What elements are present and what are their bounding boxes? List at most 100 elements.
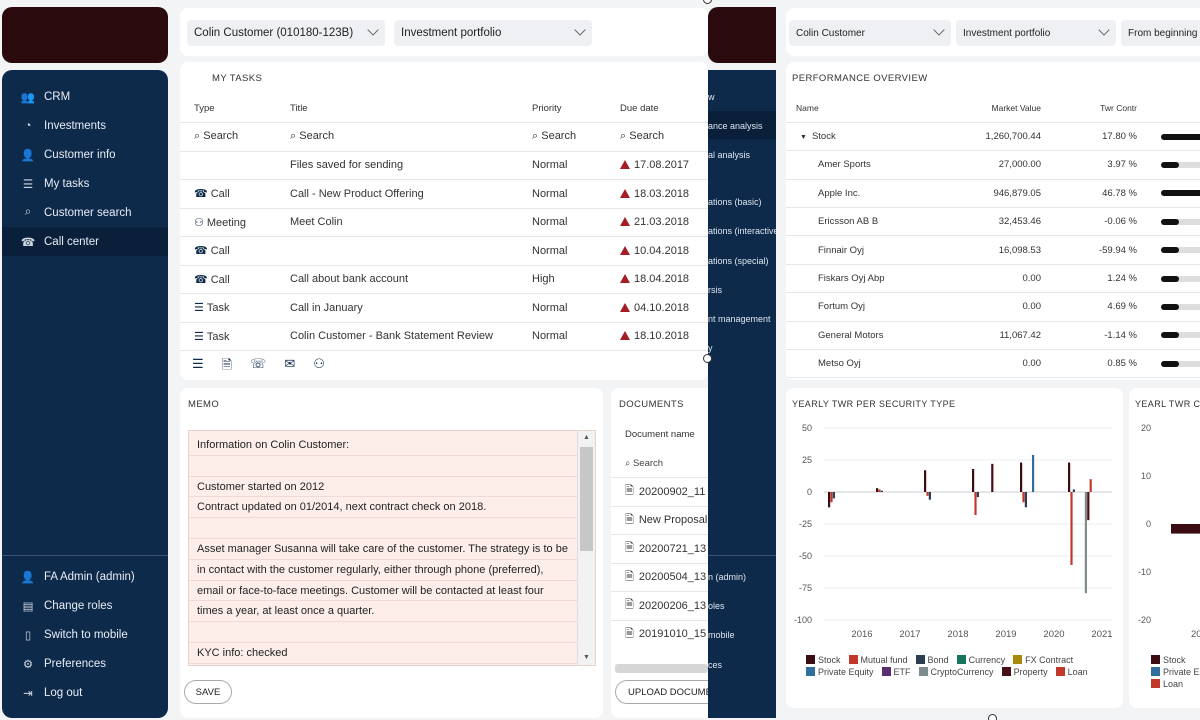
nav-item-preferences[interactable]: ⚙ Preferences bbox=[2, 649, 168, 678]
legend-item[interactable]: Mutual fund bbox=[848, 654, 908, 666]
table-row[interactable]: ⚇ Meeting Meet Colin Normal 21.03.2018 bbox=[180, 208, 708, 237]
legend-item[interactable]: Bond bbox=[915, 654, 949, 666]
overlay-item[interactable]: n (admin) bbox=[708, 572, 746, 582]
bar-stock[interactable] bbox=[1171, 524, 1200, 534]
period-select[interactable]: From beginning bbox=[1121, 20, 1200, 46]
email-icon[interactable]: ✉ bbox=[284, 356, 295, 378]
resize-handle[interactable] bbox=[703, 354, 712, 363]
table-row[interactable]: Metso Oyj 0.00 0.85 % bbox=[786, 349, 1200, 379]
memo-scrollbar[interactable]: ▲ ▼ bbox=[577, 431, 595, 665]
table-row[interactable]: ☎ Call Call - New Product Offering Normal… bbox=[180, 179, 708, 209]
legend-item[interactable]: Loan bbox=[1151, 678, 1200, 690]
bar-mutual-fund[interactable] bbox=[1022, 492, 1025, 503]
customer-select[interactable]: Colin Customer (010180-123B) bbox=[187, 20, 385, 46]
table-row[interactable]: Amer Sports 27,000.00 3.97 % bbox=[786, 150, 1200, 180]
bar-loan[interactable] bbox=[1089, 479, 1092, 492]
search-title[interactable]: ⌕ Search bbox=[290, 122, 532, 152]
legend-item[interactable]: CryptoCurrency bbox=[918, 666, 994, 678]
table-row[interactable]: Files saved for sending Normal 17.08.201… bbox=[180, 151, 708, 180]
bar-mutual-fund[interactable] bbox=[830, 492, 833, 503]
legend-item[interactable]: FX Contract bbox=[1013, 654, 1073, 666]
col-due[interactable]: Due date bbox=[620, 94, 708, 123]
bar-property[interactable] bbox=[991, 463, 994, 492]
resize-handle[interactable] bbox=[988, 714, 997, 720]
documents-scrollbar[interactable] bbox=[615, 664, 708, 673]
search-type[interactable]: ⌕ Search bbox=[180, 122, 290, 152]
bar-cryptocurrency[interactable] bbox=[1084, 492, 1087, 594]
overlay-item[interactable]: ations (basic) bbox=[708, 197, 762, 207]
overlay-item[interactable]: ces bbox=[708, 660, 722, 670]
table-row[interactable]: Apple Inc. 946,879.05 46.78 % bbox=[786, 179, 1200, 209]
col-priority[interactable]: Priority bbox=[532, 94, 620, 123]
nav-item-call-center[interactable]: ☎ Call center bbox=[2, 227, 168, 256]
legend-item[interactable]: Property bbox=[1001, 666, 1048, 678]
resize-handle[interactable] bbox=[703, 0, 712, 4]
legend-item[interactable]: Private E bbox=[1151, 666, 1200, 678]
task-list-icon[interactable]: ☰ bbox=[192, 356, 204, 378]
nav-item-customer-info[interactable]: 👤 Customer info bbox=[2, 140, 168, 169]
table-row[interactable]: Finnair Oyj 16,098.53 -59.94 % bbox=[786, 235, 1200, 265]
documents-col-header[interactable]: Document name bbox=[625, 429, 695, 440]
nav-item-fa-admin-admin-[interactable]: 👤 FA Admin (admin) bbox=[2, 562, 168, 591]
overlay-item[interactable]: mobile bbox=[708, 630, 735, 640]
right-customer-select[interactable]: Colin Customer bbox=[789, 20, 951, 46]
nav-item-my-tasks[interactable]: ☰ My tasks bbox=[2, 169, 168, 198]
document-row[interactable]: 🗎 20200721_13 bbox=[611, 534, 708, 563]
legend-item[interactable]: Loan bbox=[1055, 666, 1088, 678]
bar-stock[interactable] bbox=[828, 492, 831, 508]
col-title[interactable]: Title bbox=[290, 94, 532, 123]
scroll-up-icon[interactable]: ▲ bbox=[578, 431, 595, 445]
nav-item-investments[interactable]: ◔ Investments bbox=[2, 111, 168, 140]
search-due[interactable]: ⌕ Search bbox=[620, 122, 708, 152]
document-row[interactable]: 🗎 20191010_15 bbox=[611, 619, 708, 649]
table-row[interactable]: ▼ Stock 1,260,700.44 17.80 % bbox=[786, 122, 1200, 152]
bar-private-equity[interactable] bbox=[1032, 454, 1035, 492]
nav-item-log-out[interactable]: ⇥ Log out bbox=[2, 678, 168, 707]
bar-bond[interactable] bbox=[1072, 489, 1075, 492]
memo-textarea[interactable]: Information on Colin Customer: Customer s… bbox=[188, 430, 596, 666]
phone-icon[interactable]: ☏ bbox=[250, 356, 266, 378]
table-row[interactable]: ☰ Task Colin Customer - Bank Statement Re… bbox=[180, 322, 708, 351]
overlay-item[interactable]: nt management bbox=[708, 314, 771, 324]
legend-item[interactable]: Stock bbox=[806, 654, 841, 666]
bar-mutual-fund[interactable] bbox=[974, 492, 977, 516]
portfolio-select[interactable]: Investment portfolio bbox=[394, 20, 592, 46]
bar-bond[interactable] bbox=[832, 492, 835, 499]
document-row[interactable]: 🗎 20200504_13 bbox=[611, 562, 708, 592]
perf-col-value[interactable]: Market Value bbox=[936, 94, 1041, 123]
table-row[interactable]: Fortum Oyj 0.00 4.69 % bbox=[786, 292, 1200, 322]
bar-property[interactable] bbox=[1087, 492, 1090, 521]
bar-stock[interactable] bbox=[1068, 462, 1071, 492]
legend-item[interactable]: Private Equity bbox=[806, 666, 874, 678]
perf-col-name[interactable]: Name bbox=[786, 94, 936, 123]
bar-stock[interactable] bbox=[876, 488, 879, 492]
overlay-item[interactable]: al analysis bbox=[708, 150, 750, 160]
legend-item[interactable]: Stock bbox=[1151, 654, 1200, 666]
table-row[interactable]: Fiskars Oyj Abp 0.00 1.24 % bbox=[786, 264, 1200, 294]
scroll-thumb[interactable] bbox=[580, 447, 593, 551]
save-button[interactable]: SAVE bbox=[184, 680, 232, 704]
legend-item[interactable]: Currency bbox=[956, 654, 1005, 666]
document-row[interactable]: 🗎 New Proposal bbox=[611, 505, 708, 535]
nav-item-switch-to-mobile[interactable]: ▯ Switch to mobile bbox=[2, 620, 168, 649]
table-row[interactable]: Ericsson AB B 32,453.46 -0.06 % bbox=[786, 207, 1200, 237]
overlay-item[interactable]: ance analysis bbox=[708, 121, 763, 131]
overlay-item[interactable]: y bbox=[708, 343, 713, 353]
bar-stock[interactable] bbox=[972, 468, 975, 492]
bar-bond[interactable] bbox=[880, 490, 883, 492]
bar-mutual-fund[interactable] bbox=[1070, 492, 1073, 565]
bar-mutual-fund[interactable] bbox=[878, 489, 881, 492]
nav-item-change-roles[interactable]: ▤ Change roles bbox=[2, 591, 168, 620]
table-row[interactable]: General Motors 11,067.42 -1.14 % bbox=[786, 321, 1200, 351]
document-icon[interactable]: 🗎 bbox=[222, 356, 232, 378]
table-row[interactable]: ☰ Task Call in January Normal 04.10.2018 bbox=[180, 293, 708, 323]
search-priority[interactable]: ⌕ Search bbox=[532, 122, 620, 152]
nav-item-customer-search[interactable]: ⌕ Customer search bbox=[2, 198, 168, 227]
overlay-item[interactable]: ations (interactive bbox=[708, 226, 776, 236]
upload-document-button[interactable]: UPLOAD DOCUME bbox=[615, 680, 708, 704]
document-row[interactable]: 🗎 20200902_11 bbox=[611, 477, 708, 506]
bar-mutual-fund[interactable] bbox=[926, 492, 929, 496]
document-row[interactable]: 🗎 20200206_13 bbox=[611, 591, 708, 620]
bar-bond[interactable] bbox=[1024, 492, 1027, 508]
overlay-item[interactable]: w bbox=[708, 92, 715, 102]
